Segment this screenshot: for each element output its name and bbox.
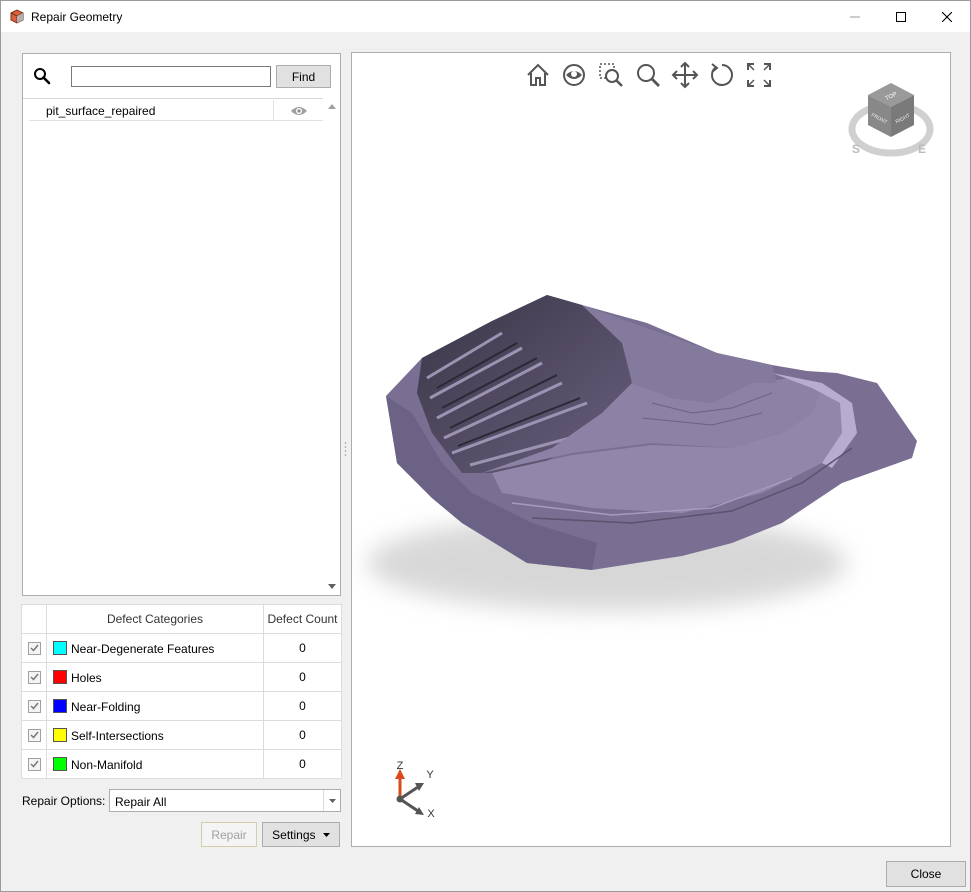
splitter-handle[interactable] (344, 441, 347, 459)
pit-surface-mesh[interactable] (352, 53, 950, 846)
settings-label: Settings (272, 827, 316, 842)
defect-category-label: Near-Degenerate Features (71, 641, 215, 656)
defect-category-label: Self-Intersections (71, 728, 164, 743)
defect-category-label: Holes (71, 670, 102, 685)
defect-row: Near-Degenerate Features 0 (21, 633, 342, 663)
find-button[interactable]: Find (276, 65, 331, 88)
header-defect-count: Defect Count (263, 604, 342, 634)
defect-row: Self-Intersections 0 (21, 720, 342, 750)
close-button[interactable]: Close (886, 861, 966, 887)
defect-count: 0 (263, 633, 342, 663)
defect-count: 0 (263, 749, 342, 779)
defect-checkbox-cell[interactable] (21, 691, 47, 721)
defect-row: Holes 0 (21, 662, 342, 692)
defect-color-swatch (53, 699, 67, 714)
axis-y-label: Y (426, 769, 434, 781)
search-icon (34, 68, 51, 85)
defect-checkbox[interactable] (27, 757, 41, 771)
defect-checkbox[interactable] (27, 670, 41, 684)
header-defect-categories: Defect Categories (46, 604, 264, 634)
window-title: Repair Geometry (31, 10, 123, 24)
repair-options-value: Repair All (115, 795, 167, 809)
defect-category-cell: Near-Degenerate Features (46, 633, 264, 663)
close-window-button[interactable] (924, 1, 970, 32)
search-input[interactable] (71, 66, 271, 87)
repair-options-label: Repair Options: (22, 794, 106, 808)
defect-color-swatch (53, 641, 67, 656)
tree-item[interactable]: pit_surface_repaired (29, 100, 323, 121)
defect-checkbox[interactable] (27, 699, 41, 713)
defect-checkbox[interactable] (27, 728, 41, 742)
tree-scrollbar[interactable] (323, 98, 340, 595)
defect-row: Near-Folding 0 (21, 691, 342, 721)
repair-options-dropdown-button[interactable] (323, 790, 340, 811)
chevron-down-icon (328, 798, 336, 803)
settings-button[interactable]: Settings (262, 822, 340, 847)
checkmark-icon (29, 760, 39, 768)
checkmark-icon (29, 673, 39, 681)
tree-item-label: pit_surface_repaired (46, 104, 156, 118)
checkmark-icon (29, 644, 39, 652)
checkmark-icon (29, 731, 39, 739)
scroll-down-button[interactable] (323, 578, 340, 595)
defect-category-label: Near-Folding (71, 699, 141, 714)
defect-checkbox-cell[interactable] (21, 749, 47, 779)
visibility-toggle[interactable] (273, 100, 323, 121)
defect-category-label: Non-Manifold (71, 757, 143, 772)
defect-row: Non-Manifold 0 (21, 749, 342, 779)
eye-icon (290, 106, 307, 115)
defect-count: 0 (263, 691, 342, 721)
defect-count: 0 (263, 662, 342, 692)
defect-category-cell: Near-Folding (46, 691, 264, 721)
axis-triad: Z Y X (395, 760, 435, 819)
defect-checkbox-cell[interactable] (21, 633, 47, 663)
defect-checkbox[interactable] (27, 641, 41, 655)
axis-z-label: Z (397, 760, 404, 772)
checkmark-icon (29, 702, 39, 710)
axis-x-label: X (427, 808, 435, 819)
defect-checkbox-cell[interactable] (21, 720, 47, 750)
defect-color-swatch (53, 670, 67, 685)
repair-geometry-dialog: Repair Geometry Find pit_surface_repaire… (0, 0, 971, 892)
3d-viewport[interactable]: TOP FRONT RIGHT S E Z Y X (351, 52, 951, 847)
title-bar[interactable]: Repair Geometry (1, 1, 970, 32)
caret-down-icon (322, 833, 330, 838)
chevron-down-icon (327, 584, 336, 589)
close-icon (942, 11, 952, 22)
maximize-button[interactable] (878, 1, 924, 32)
header-checkbox-column (21, 604, 47, 634)
defect-category-cell: Holes (46, 662, 264, 692)
scroll-up-button[interactable] (323, 98, 340, 115)
minimize-icon (850, 16, 860, 17)
defect-count: 0 (263, 720, 342, 750)
maximize-icon (896, 11, 906, 22)
object-tree: pit_surface_repaired (23, 98, 323, 595)
defect-table-header: Defect Categories Defect Count (21, 604, 342, 634)
defect-color-swatch (53, 757, 67, 772)
object-browser-panel: Find pit_surface_repaired (22, 53, 341, 596)
defect-category-cell: Self-Intersections (46, 720, 264, 750)
chevron-up-icon (327, 104, 336, 109)
defect-table: Defect Categories Defect Count Near-Dege… (21, 604, 342, 779)
defect-category-cell: Non-Manifold (46, 749, 264, 779)
defect-checkbox-cell[interactable] (21, 662, 47, 692)
defect-color-swatch (53, 728, 67, 743)
minimize-button[interactable] (832, 1, 878, 32)
repair-button[interactable]: Repair (201, 822, 257, 847)
repair-options-select[interactable]: Repair All (109, 789, 341, 812)
app-icon (10, 9, 24, 24)
